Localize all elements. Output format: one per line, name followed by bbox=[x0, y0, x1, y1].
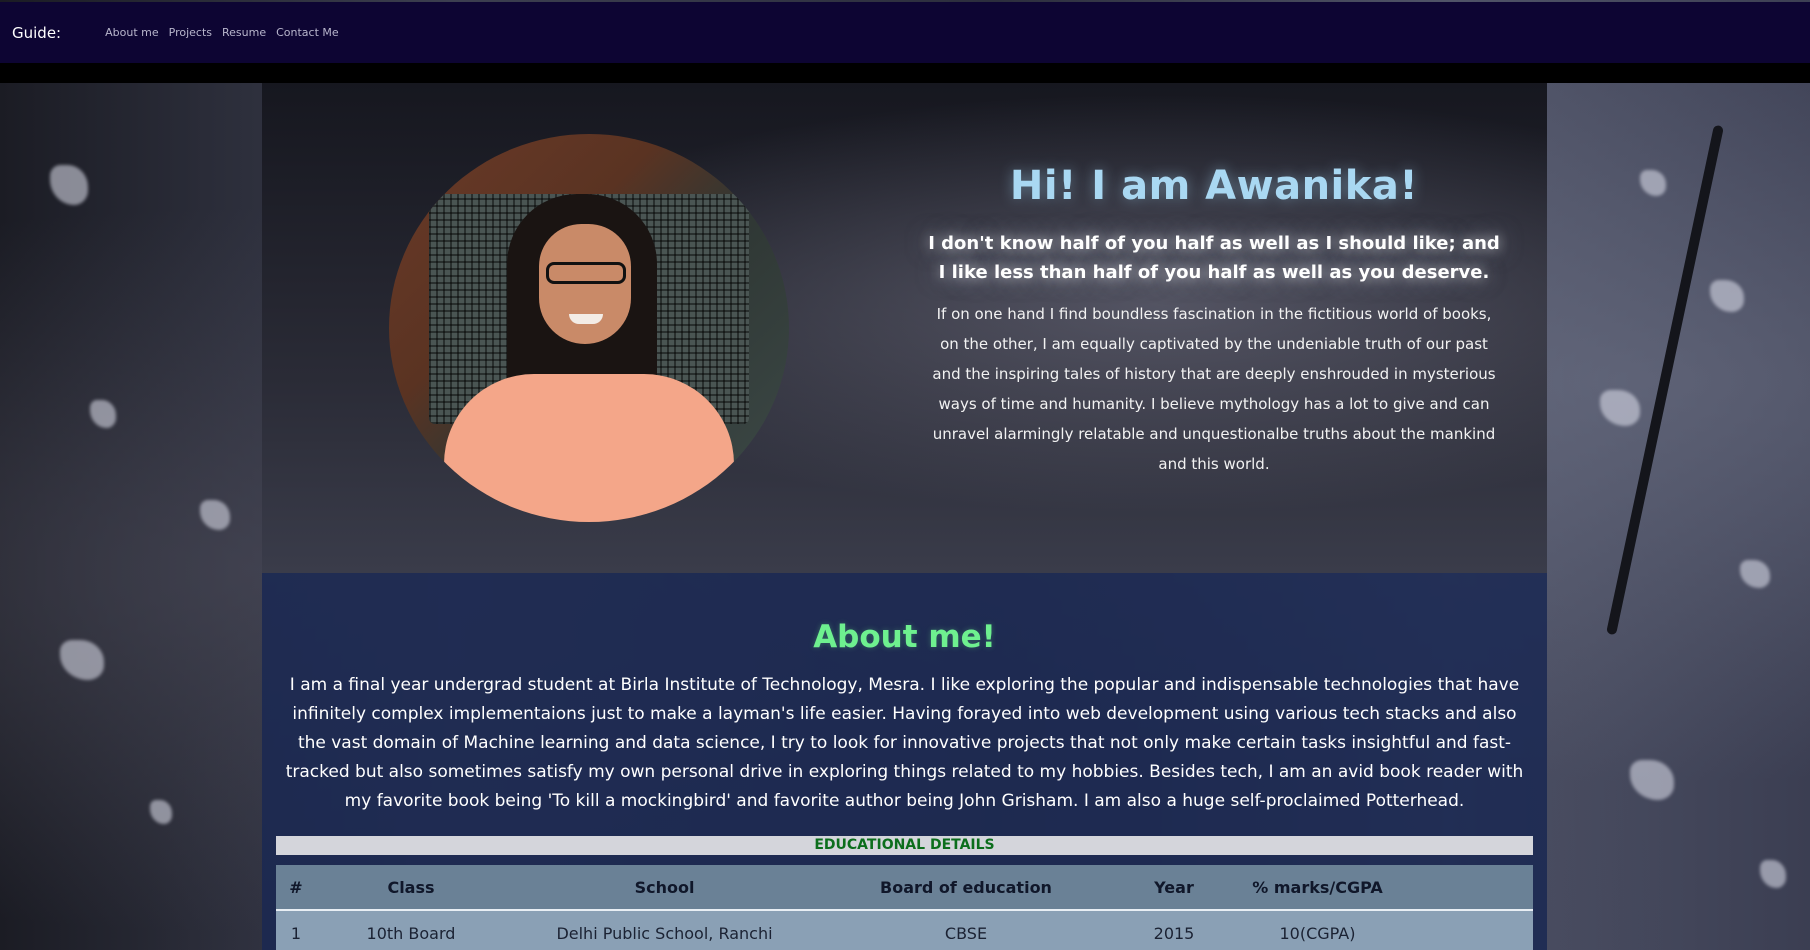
hero-text: Hi! I am Awanika! I don't know half of y… bbox=[914, 163, 1514, 479]
snowflake bbox=[50, 165, 88, 205]
hero-title: Hi! I am Awanika! bbox=[1009, 163, 1419, 209]
column-header: School bbox=[506, 865, 823, 911]
column-header: Class bbox=[316, 865, 506, 911]
table-cell: 10th Board bbox=[366, 923, 456, 943]
hero-paragraph: If on one hand I find boundless fascinat… bbox=[932, 305, 1496, 473]
snowflake bbox=[200, 500, 230, 530]
nav-link-contact[interactable]: Contact Me bbox=[276, 26, 339, 39]
snowflake bbox=[60, 640, 104, 680]
table-cell: 1 bbox=[290, 923, 302, 943]
tree-branch bbox=[1606, 124, 1724, 636]
snowflake bbox=[1760, 860, 1786, 888]
table-header-row: # Class School Board of education Year %… bbox=[276, 865, 1533, 911]
snowflake bbox=[1710, 280, 1744, 312]
brand-label[interactable]: Guide: bbox=[12, 24, 61, 42]
snowflake bbox=[1600, 390, 1640, 426]
table-cell: 2015 bbox=[1153, 923, 1195, 943]
about-title: About me! bbox=[813, 619, 996, 655]
hero-section: Hi! I am Awanika! I don't know half of y… bbox=[262, 83, 1547, 573]
column-header: # bbox=[276, 865, 316, 911]
snowflake bbox=[150, 800, 172, 824]
navbar: Guide: About me Projects Resume Contact … bbox=[0, 2, 1810, 63]
nav-underbar bbox=[0, 63, 1810, 83]
snowflake bbox=[1740, 560, 1770, 588]
education-heading: EDUCATIONAL DETAILS bbox=[276, 836, 1533, 855]
nav-link-projects[interactable]: Projects bbox=[169, 26, 212, 39]
nav-link-about[interactable]: About me bbox=[105, 26, 159, 39]
snowflake bbox=[1630, 760, 1674, 800]
nav-link-resume[interactable]: Resume bbox=[222, 26, 266, 39]
education-table: # Class School Board of education Year %… bbox=[276, 865, 1533, 950]
table-cell: 10(CGPA) bbox=[1279, 923, 1356, 943]
about-paragraph: I am a final year undergrad student at B… bbox=[285, 675, 1524, 811]
profile-photo bbox=[389, 134, 789, 522]
about-section: About me! I am a final year undergrad st… bbox=[262, 573, 1547, 950]
column-header: Board of education bbox=[823, 865, 1109, 911]
table-cell: Delhi Public School, Ranchi bbox=[556, 923, 773, 943]
column-header: % marks/CGPA bbox=[1239, 865, 1396, 911]
snowflake bbox=[90, 400, 116, 428]
snowflake bbox=[1640, 170, 1666, 196]
hero-quote: I don't know half of you half as well as… bbox=[928, 233, 1500, 283]
table-row: 1 10th Board Delhi Public School, Ranchi… bbox=[276, 910, 1533, 950]
table-cell: CBSE bbox=[944, 923, 988, 943]
column-header: Year bbox=[1109, 865, 1239, 911]
